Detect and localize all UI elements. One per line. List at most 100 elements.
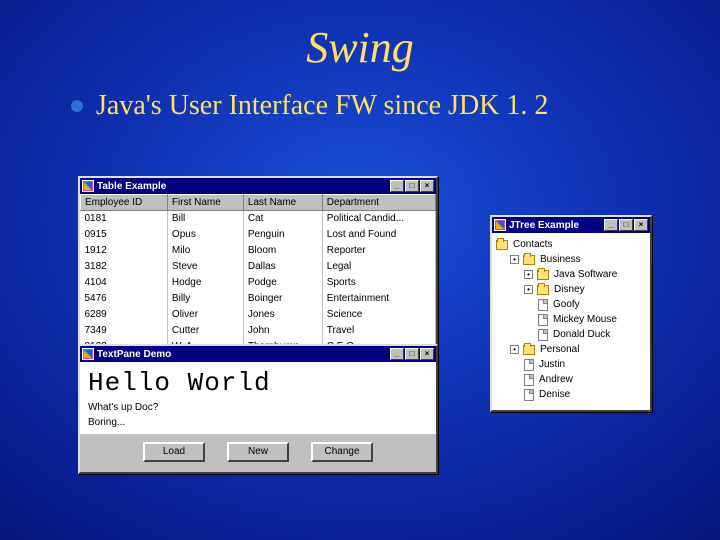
col-last-name[interactable]: Last Name bbox=[243, 195, 322, 211]
tree-node-label: Andrew bbox=[539, 372, 573, 387]
table-cell[interactable]: Political Candid... bbox=[322, 211, 435, 227]
tree-leaf[interactable]: Andrew bbox=[496, 372, 646, 387]
table-cell[interactable]: Steve bbox=[167, 259, 243, 275]
table-row[interactable]: 6289OliverJonesScience bbox=[81, 307, 436, 323]
document-icon bbox=[524, 374, 534, 386]
minimize-button[interactable]: _ bbox=[390, 180, 404, 192]
minimize-button[interactable]: _ bbox=[604, 219, 618, 231]
table-cell[interactable]: Entertainment bbox=[322, 291, 435, 307]
table-cell[interactable]: 5476 bbox=[81, 291, 168, 307]
tree-leaf[interactable]: Justin bbox=[496, 357, 646, 372]
table-cell[interactable]: Penguin bbox=[243, 227, 322, 243]
table-cell[interactable]: 7349 bbox=[81, 323, 168, 339]
table-cell[interactable]: Cat bbox=[243, 211, 322, 227]
headline-text: Hello World bbox=[88, 368, 428, 398]
document-icon bbox=[524, 359, 534, 371]
tree-leaf[interactable]: Donald Duck bbox=[496, 327, 646, 342]
table-cell[interactable]: Bloom bbox=[243, 243, 322, 259]
line2-text: Boring... bbox=[88, 417, 428, 428]
table-cell[interactable]: Opus bbox=[167, 227, 243, 243]
tree-root[interactable]: Contacts bbox=[496, 237, 646, 252]
load-button[interactable]: Load bbox=[143, 442, 205, 462]
tree-node-label: Justin bbox=[539, 357, 565, 372]
tree-leaf[interactable]: Goofy bbox=[496, 297, 646, 312]
table-row[interactable]: 0181BillCatPolitical Candid... bbox=[81, 211, 436, 227]
table-cell[interactable]: Podge bbox=[243, 275, 322, 291]
java-cup-icon bbox=[494, 219, 506, 231]
collapse-handle-icon[interactable]: • bbox=[510, 345, 519, 354]
table-cell[interactable]: 0181 bbox=[81, 211, 168, 227]
java-cup-icon bbox=[82, 180, 94, 192]
bullet-line: Java's User Interface FW since JDK 1. 2 bbox=[70, 90, 548, 122]
document-icon bbox=[538, 314, 548, 326]
tree-window-titlebar[interactable]: JTree Example _ □ × bbox=[492, 217, 650, 233]
table-cell[interactable]: Cutter bbox=[167, 323, 243, 339]
table-cell[interactable]: Science bbox=[322, 307, 435, 323]
table-cell[interactable]: Oliver bbox=[167, 307, 243, 323]
table-cell[interactable]: John bbox=[243, 323, 322, 339]
textpane-content[interactable]: Hello World What's up Doc? Boring... bbox=[80, 362, 436, 434]
table-row[interactable]: 7349CutterJohnTravel bbox=[81, 323, 436, 339]
tree-leaf[interactable]: Mickey Mouse bbox=[496, 312, 646, 327]
table-cell[interactable]: 6289 bbox=[81, 307, 168, 323]
employee-table[interactable]: Employee ID First Name Last Name Departm… bbox=[80, 194, 436, 355]
table-cell[interactable]: 3182 bbox=[81, 259, 168, 275]
folder-icon bbox=[537, 285, 549, 295]
col-department[interactable]: Department bbox=[322, 195, 435, 211]
folder-icon bbox=[496, 240, 508, 250]
table-row[interactable]: 4104HodgePodgeSports bbox=[81, 275, 436, 291]
table-cell[interactable]: Sports bbox=[322, 275, 435, 291]
table-row[interactable]: 3182SteveDallasLegal bbox=[81, 259, 436, 275]
table-cell[interactable]: Travel bbox=[322, 323, 435, 339]
table-cell[interactable]: 0915 bbox=[81, 227, 168, 243]
col-employee-id[interactable]: Employee ID bbox=[81, 195, 168, 211]
table-row[interactable]: 0915OpusPenguinLost and Found bbox=[81, 227, 436, 243]
tree-node-label: Denise bbox=[539, 387, 570, 402]
tree-node-label: Business bbox=[540, 252, 581, 267]
tree-node-label: Disney bbox=[554, 282, 585, 297]
tree-folder[interactable]: •Java Software bbox=[496, 267, 646, 282]
tree-folder[interactable]: •Personal bbox=[496, 342, 646, 357]
tree-leaf[interactable]: Denise bbox=[496, 387, 646, 402]
table-cell[interactable]: Dallas bbox=[243, 259, 322, 275]
maximize-button[interactable]: □ bbox=[405, 348, 419, 360]
table-row[interactable]: 5476BillyBoingerEntertainment bbox=[81, 291, 436, 307]
tree-node-label: Donald Duck bbox=[553, 327, 610, 342]
table-cell[interactable]: Reporter bbox=[322, 243, 435, 259]
collapse-handle-icon[interactable]: • bbox=[524, 285, 533, 294]
change-button[interactable]: Change bbox=[311, 442, 373, 462]
document-icon bbox=[538, 329, 548, 341]
table-cell[interactable]: 4104 bbox=[81, 275, 168, 291]
table-cell[interactable]: Lost and Found bbox=[322, 227, 435, 243]
table-cell[interactable]: 1912 bbox=[81, 243, 168, 259]
folder-icon bbox=[537, 270, 549, 280]
tree-folder[interactable]: • Business bbox=[496, 252, 646, 267]
close-button[interactable]: × bbox=[420, 180, 434, 192]
tree-body[interactable]: Contacts •Business•Java Software•DisneyG… bbox=[492, 233, 650, 410]
table-example-window: Table Example _ □ × Employee ID First Na… bbox=[78, 176, 438, 357]
new-button[interactable]: New bbox=[227, 442, 289, 462]
table-cell[interactable]: Jones bbox=[243, 307, 322, 323]
table-row[interactable]: 1912MiloBloomReporter bbox=[81, 243, 436, 259]
close-button[interactable]: × bbox=[420, 348, 434, 360]
table-cell[interactable]: Hodge bbox=[167, 275, 243, 291]
table-cell[interactable]: Bill bbox=[167, 211, 243, 227]
jtree-example-window: JTree Example _ □ × Contacts •Business•J… bbox=[490, 215, 652, 412]
expand-handle-icon[interactable]: • bbox=[524, 270, 533, 279]
table-cell[interactable]: Billy bbox=[167, 291, 243, 307]
minimize-button[interactable]: _ bbox=[390, 348, 404, 360]
tree-node-label: Mickey Mouse bbox=[553, 312, 617, 327]
tree-folder[interactable]: • Disney bbox=[496, 282, 646, 297]
java-cup-icon bbox=[82, 348, 94, 360]
close-button[interactable]: × bbox=[634, 219, 648, 231]
line1-text: What's up Doc? bbox=[88, 402, 428, 413]
maximize-button[interactable]: □ bbox=[405, 180, 419, 192]
collapse-handle-icon[interactable]: • bbox=[510, 255, 519, 264]
maximize-button[interactable]: □ bbox=[619, 219, 633, 231]
table-cell[interactable]: Legal bbox=[322, 259, 435, 275]
textpane-titlebar[interactable]: TextPane Demo _ □ × bbox=[80, 346, 436, 362]
table-cell[interactable]: Milo bbox=[167, 243, 243, 259]
table-cell[interactable]: Boinger bbox=[243, 291, 322, 307]
col-first-name[interactable]: First Name bbox=[167, 195, 243, 211]
table-window-titlebar[interactable]: Table Example _ □ × bbox=[80, 178, 436, 194]
